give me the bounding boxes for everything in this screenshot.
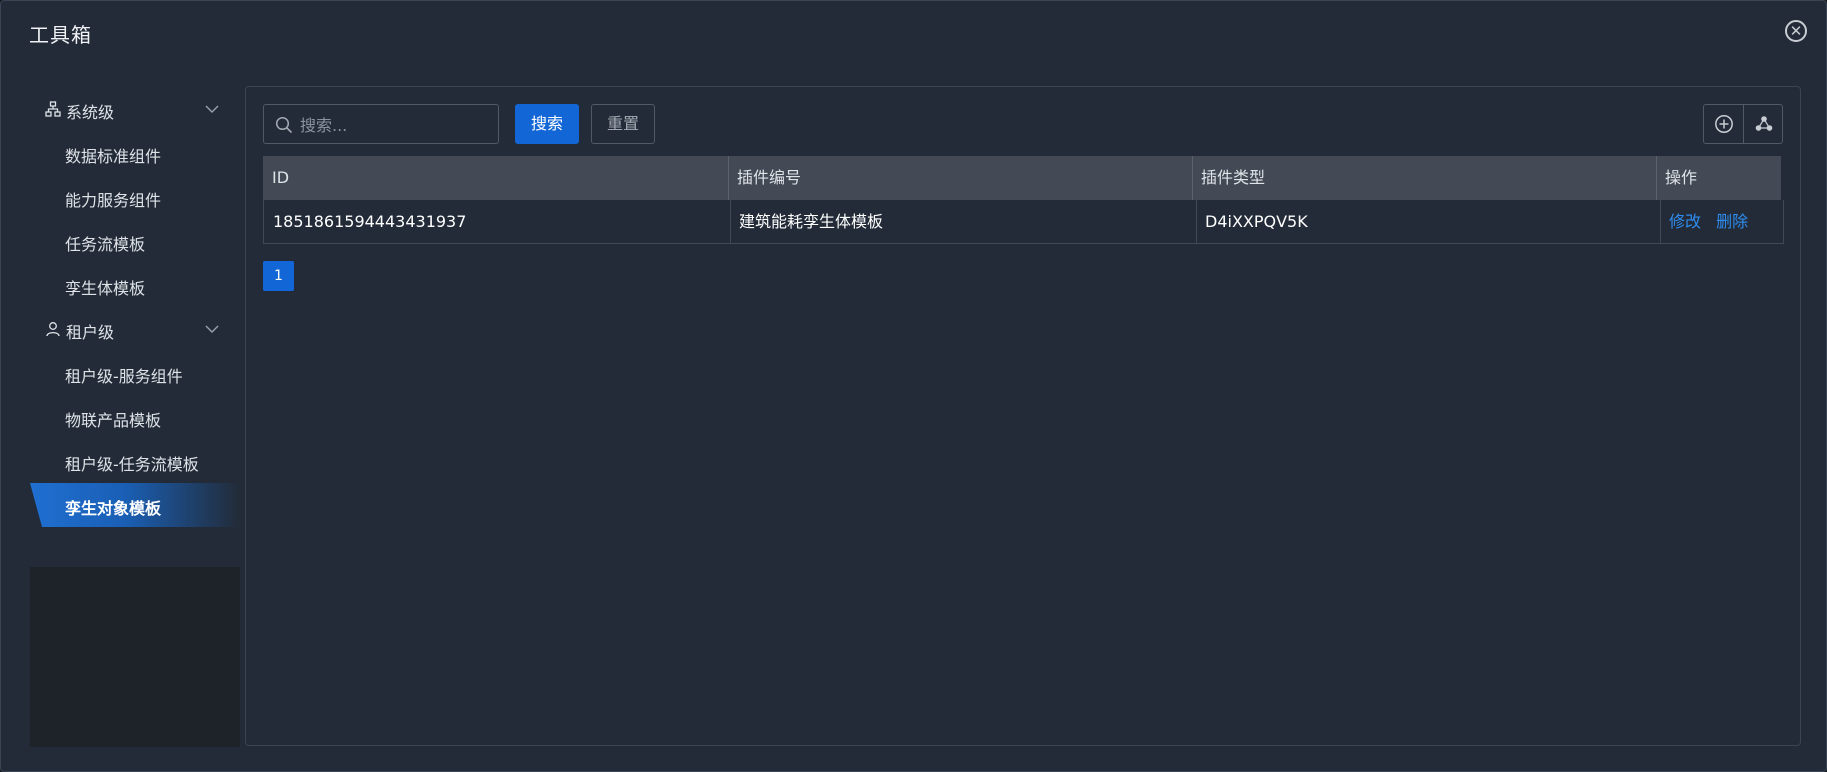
sidebar-item-task-flow[interactable]: 任务流模板: [30, 219, 240, 263]
cell-id: 1851861594443431937: [273, 212, 467, 231]
close-icon[interactable]: ✕: [1785, 20, 1807, 42]
sidebar-item-label: 租户级-服务组件: [65, 367, 183, 386]
column-header-code: 插件编号: [737, 168, 802, 187]
search-box[interactable]: [263, 104, 499, 144]
sidebar-item-label: 孪生体模板: [65, 279, 146, 298]
cell-type: D4iXXPQV5K: [1205, 212, 1308, 231]
sidebar-item-label: 孪生对象模板: [65, 499, 162, 518]
toolbar-actions: [1703, 104, 1783, 144]
sidebar-item-iot-product[interactable]: 物联产品模板: [30, 395, 240, 439]
toolbox-dialog: 工具箱 ✕ 系统级 数据标准组件 能力服务组件 任务流模板 孪生体模板 租户级 …: [0, 0, 1827, 772]
sitemap-icon: [45, 101, 61, 117]
share-button[interactable]: [1744, 105, 1783, 143]
column-header-id: ID: [272, 168, 290, 187]
table-header: ID 插件编号 插件类型 操作: [263, 156, 1781, 200]
dialog-title: 工具箱: [29, 23, 92, 47]
column-header-type: 插件类型: [1201, 168, 1266, 187]
sidebar: 系统级 数据标准组件 能力服务组件 任务流模板 孪生体模板 租户级 租户级-服务…: [30, 87, 240, 747]
sidebar-item-twin-object[interactable]: 孪生对象模板: [30, 483, 240, 527]
search-button[interactable]: 搜索: [515, 104, 579, 144]
pagination-page-1[interactable]: 1: [263, 261, 294, 291]
sidebar-menu: 系统级 数据标准组件 能力服务组件 任务流模板 孪生体模板 租户级 租户级-服务…: [30, 87, 240, 567]
chevron-down-icon: [205, 105, 219, 113]
search-icon: [275, 116, 293, 134]
cell-code: 建筑能耗孪生体模板: [739, 212, 884, 231]
share-nodes-icon: [1755, 116, 1773, 131]
sidebar-item-capability-service[interactable]: 能力服务组件: [30, 175, 240, 219]
chevron-down-icon: [205, 325, 219, 333]
user-icon: [46, 322, 60, 337]
search-input[interactable]: [298, 111, 492, 139]
sidebar-item-label: 能力服务组件: [65, 191, 162, 210]
add-button[interactable]: [1704, 105, 1744, 143]
sidebar-item-tenant-service[interactable]: 租户级-服务组件: [30, 351, 240, 395]
edit-link[interactable]: 修改: [1669, 212, 1701, 231]
sidebar-item-data-standard[interactable]: 数据标准组件: [30, 131, 240, 175]
sidebar-item-twin-template[interactable]: 孪生体模板: [30, 263, 240, 307]
column-header-actions: 操作: [1665, 168, 1698, 187]
sidebar-item-label: 物联产品模板: [65, 411, 162, 430]
sidebar-item-label: 租户级-任务流模板: [65, 455, 199, 474]
sidebar-group-label: 系统级: [66, 103, 115, 122]
sidebar-group-label: 租户级: [66, 323, 115, 342]
reset-button[interactable]: 重置: [591, 104, 655, 144]
sidebar-group-system[interactable]: 系统级: [30, 87, 240, 131]
sidebar-item-tenant-task-flow[interactable]: 租户级-任务流模板: [30, 439, 240, 483]
delete-link[interactable]: 删除: [1716, 212, 1748, 231]
content-panel: 搜索 重置 ID 插件编号: [245, 86, 1801, 746]
cell-actions: 修改 删除: [1660, 200, 1784, 244]
sidebar-group-tenant[interactable]: 租户级: [30, 307, 240, 351]
sidebar-item-label: 数据标准组件: [65, 147, 162, 166]
add-circle-icon: [1715, 115, 1733, 133]
table-row: 1851861594443431937 建筑能耗孪生体模板 D4iXXPQV5K…: [263, 200, 1784, 244]
sidebar-item-label: 任务流模板: [65, 235, 146, 254]
